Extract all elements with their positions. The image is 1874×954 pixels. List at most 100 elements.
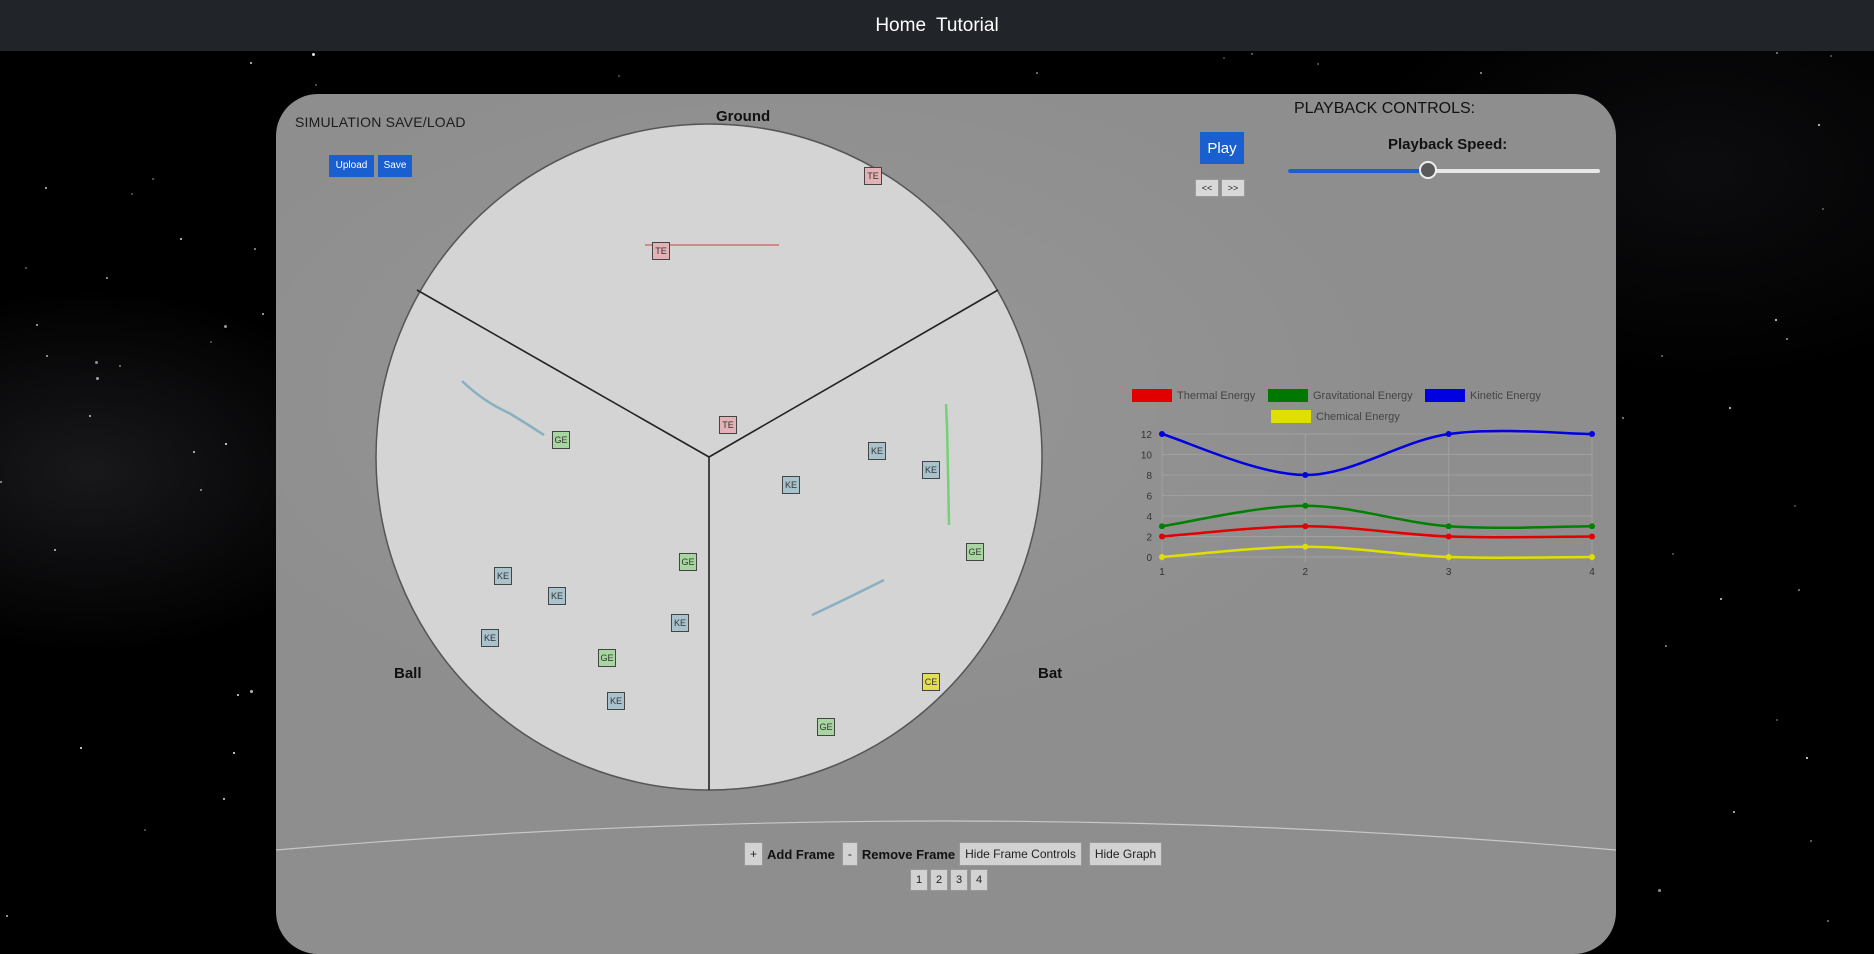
star <box>312 53 315 56</box>
playback-speed-label: Playback Speed: <box>1388 136 1508 153</box>
kinetic-energy-tag[interactable]: KE <box>782 476 800 494</box>
star <box>1480 72 1482 74</box>
star <box>1251 53 1253 55</box>
energy-wheel[interactable] <box>374 122 1044 792</box>
kinetic-energy-tag[interactable]: KE <box>548 587 566 605</box>
play-button[interactable]: Play <box>1200 132 1244 164</box>
star <box>1672 553 1674 555</box>
thermal-energy-tag[interactable]: TE <box>652 242 670 260</box>
star <box>25 267 27 269</box>
series-point-1 <box>1159 523 1165 530</box>
kinetic-energy-tag[interactable]: KE <box>607 692 625 710</box>
star <box>1733 811 1735 813</box>
star <box>144 829 146 831</box>
star <box>1720 598 1722 600</box>
gravitational-energy-tag[interactable]: GE <box>679 553 697 571</box>
nav-home-link[interactable]: Home <box>875 15 926 37</box>
star <box>131 193 133 195</box>
star <box>1822 208 1824 210</box>
star <box>618 75 620 77</box>
star <box>1786 338 1788 340</box>
add-frame-label: Add Frame <box>767 846 835 862</box>
series-point-3 <box>1589 554 1595 560</box>
hide-frame-controls-button[interactable]: Hide Frame Controls <box>959 842 1082 866</box>
star <box>1827 920 1829 922</box>
star <box>45 187 47 189</box>
star <box>1776 719 1778 721</box>
star <box>1776 52 1778 54</box>
series-point-3 <box>1302 543 1309 550</box>
playback-controls-title: PLAYBACK CONTROLS: <box>1294 100 1476 117</box>
frame-controls-bar: + Add Frame - Remove Frame Hide Frame Co… <box>744 842 1163 866</box>
x-tick-label: 3 <box>1446 567 1452 578</box>
kinetic-energy-tag[interactable]: KE <box>494 567 512 585</box>
kinetic-energy-tag[interactable]: KE <box>481 629 499 647</box>
series-point-1 <box>1302 502 1309 509</box>
playback-speed-slider[interactable] <box>1288 161 1600 179</box>
star <box>250 62 252 64</box>
star <box>46 355 48 357</box>
star <box>262 313 264 315</box>
star <box>1810 840 1812 842</box>
gravitational-energy-tag[interactable]: GE <box>598 649 616 667</box>
y-tick-label: 4 <box>1146 512 1152 523</box>
series-point-2 <box>1445 431 1452 437</box>
star <box>1729 407 1731 409</box>
star <box>315 84 317 86</box>
frame-button-3[interactable]: 3 <box>950 869 968 891</box>
series-point-1 <box>1445 523 1452 530</box>
star <box>1818 124 1820 126</box>
x-tick-label: 2 <box>1303 567 1309 578</box>
gravitational-energy-tag[interactable]: GE <box>817 718 835 736</box>
kinetic-energy-tag[interactable]: KE <box>922 461 940 479</box>
remove-frame-label: Remove Frame <box>861 846 956 862</box>
star <box>254 248 256 250</box>
frame-button-1[interactable]: 1 <box>910 869 928 891</box>
series-point-0 <box>1589 533 1595 540</box>
star <box>1622 417 1624 419</box>
fast-forward-button[interactable]: >> <box>1221 179 1245 197</box>
star <box>6 915 8 917</box>
upload-button[interactable]: Upload <box>329 155 374 177</box>
chemical-energy-tag[interactable]: CE <box>922 673 940 691</box>
thermal-energy-tag[interactable]: TE <box>864 167 882 185</box>
y-tick-label: 12 <box>1141 430 1153 441</box>
series-line-3 <box>1161 545 1593 560</box>
series-line-2 <box>1161 429 1593 477</box>
star <box>250 690 253 693</box>
star <box>223 798 225 800</box>
kinetic-energy-tag[interactable]: KE <box>671 614 689 632</box>
star <box>1775 319 1777 321</box>
nav-tutorial-link[interactable]: Tutorial <box>936 15 999 37</box>
series-point-1 <box>1589 523 1595 530</box>
star <box>1036 72 1038 74</box>
star <box>106 277 108 279</box>
star <box>1665 645 1667 647</box>
rewind-button[interactable]: << <box>1195 179 1219 197</box>
frame-selector: 1 2 3 4 <box>910 869 988 891</box>
add-frame-button[interactable]: + <box>744 842 764 866</box>
gravitational-energy-tag[interactable]: GE <box>966 543 984 561</box>
y-tick-label: 6 <box>1146 492 1152 503</box>
remove-frame-button[interactable]: - <box>841 842 858 866</box>
star <box>152 178 154 180</box>
x-tick-label: 1 <box>1159 567 1165 578</box>
frame-button-2[interactable]: 2 <box>930 869 948 891</box>
thermal-energy-tag[interactable]: TE <box>719 416 737 434</box>
star <box>1806 757 1808 759</box>
star <box>225 443 227 445</box>
y-tick-label: 8 <box>1146 471 1152 482</box>
gravitational-energy-tag[interactable]: GE <box>552 431 570 449</box>
series-point-3 <box>1445 554 1452 560</box>
kinetic-energy-tag[interactable]: KE <box>868 442 886 460</box>
series-line-1 <box>1161 504 1593 530</box>
hide-graph-button[interactable]: Hide Graph <box>1088 842 1163 866</box>
slider-fill <box>1288 169 1429 173</box>
series-point-3 <box>1159 554 1165 560</box>
star <box>200 489 202 491</box>
star <box>89 415 91 417</box>
frame-button-4[interactable]: 4 <box>970 869 988 891</box>
star <box>1794 505 1796 507</box>
star <box>224 325 227 328</box>
top-nav-bar: Home Tutorial <box>0 0 1874 51</box>
